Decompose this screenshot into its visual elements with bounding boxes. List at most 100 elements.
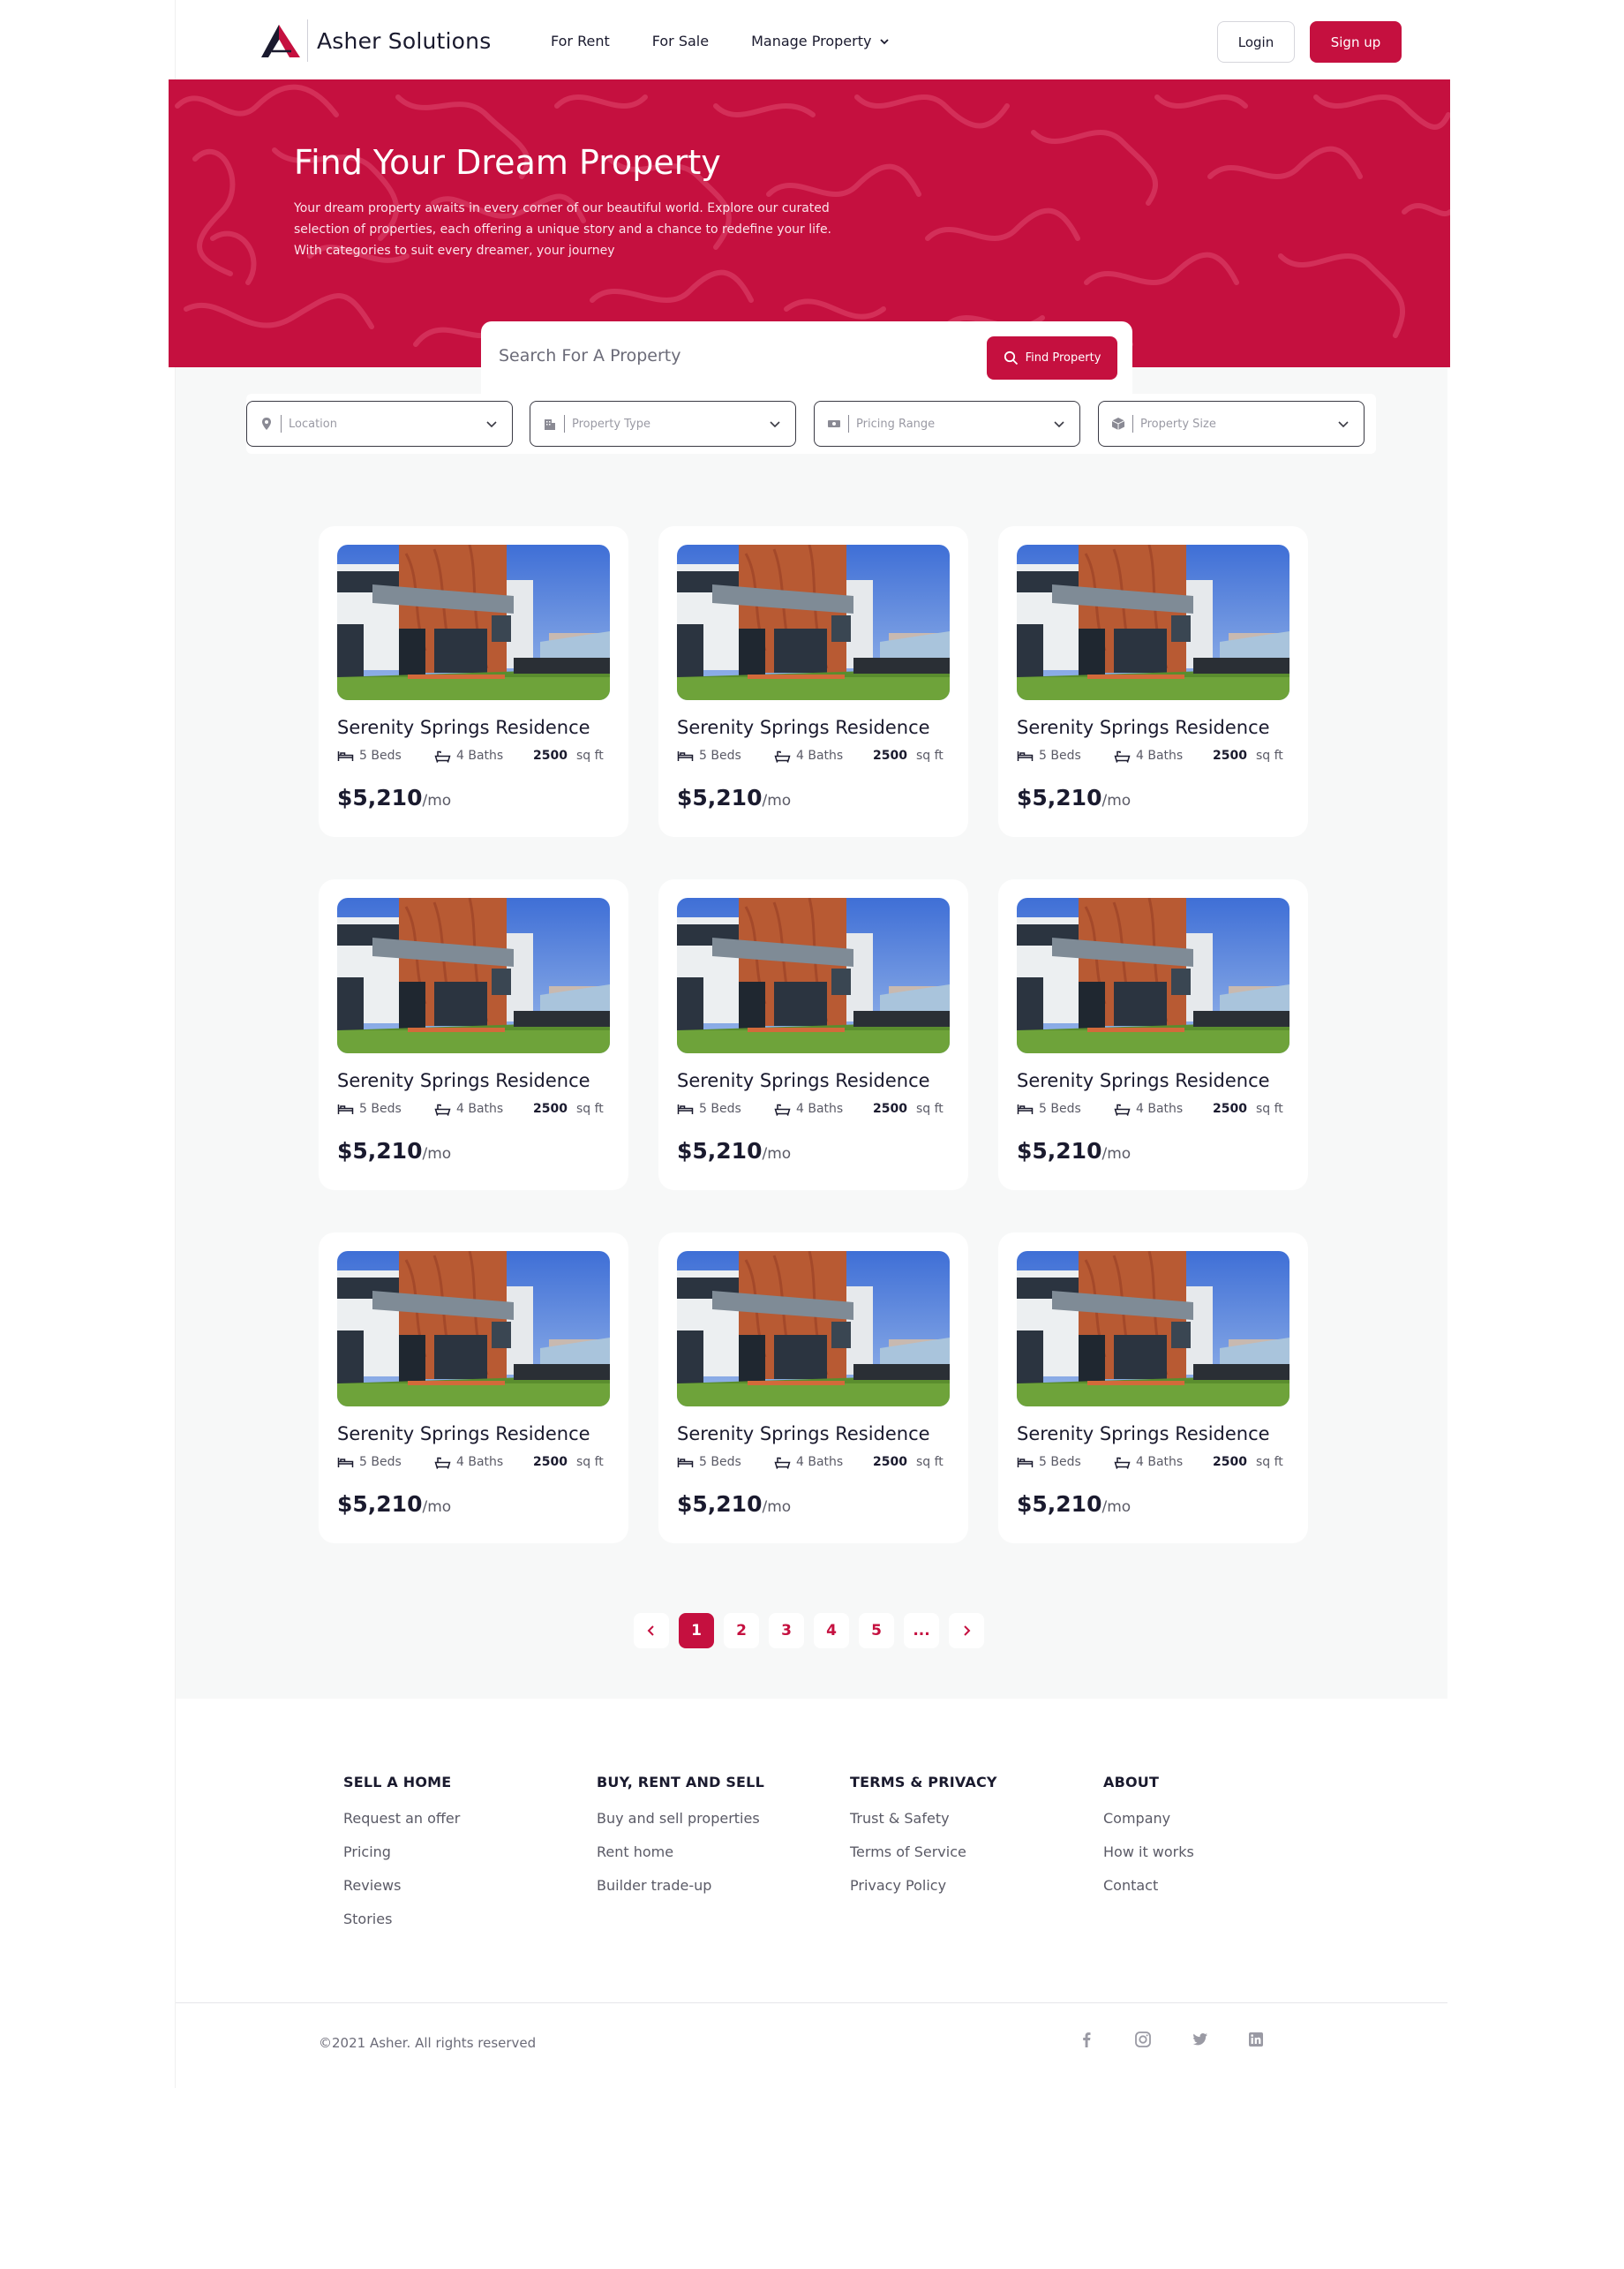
property-title[interactable]: Serenity Springs Residence — [677, 717, 930, 738]
brand-logo[interactable]: Asher Solutions — [259, 19, 491, 62]
bed-icon — [1017, 1104, 1034, 1114]
page-button[interactable]: 2 — [724, 1613, 759, 1648]
size-spec: 2500 sq ft — [533, 1455, 604, 1469]
property-card[interactable]: Serenity Springs Residence 5 Beds 4 Bath… — [319, 1232, 628, 1543]
page-button[interactable]: 5 — [859, 1613, 894, 1648]
beds-count: 5 Beds — [1039, 1455, 1081, 1469]
footer-link[interactable]: Pricing — [343, 1843, 460, 1860]
property-photo[interactable] — [1017, 1251, 1289, 1406]
filter-label: Location — [289, 417, 337, 431]
property-photo[interactable] — [337, 898, 610, 1053]
property-card[interactable]: Serenity Springs Residence 5 Beds 4 Bath… — [658, 1232, 968, 1543]
house-photo — [1017, 1251, 1289, 1406]
property-card[interactable]: Serenity Springs Residence 5 Beds 4 Bath… — [319, 526, 628, 837]
footer-link[interactable]: Builder trade-up — [597, 1877, 764, 1894]
property-title[interactable]: Serenity Springs Residence — [677, 1423, 930, 1444]
property-card[interactable]: Serenity Springs Residence 5 Beds 4 Bath… — [319, 879, 628, 1190]
login-button[interactable]: Login — [1217, 21, 1295, 63]
footer-link[interactable]: Request an offer — [343, 1810, 460, 1827]
footer-link[interactable]: Reviews — [343, 1877, 460, 1894]
house-photo — [337, 898, 610, 1053]
filter-separator — [564, 415, 565, 433]
instagram-icon[interactable] — [1132, 2029, 1154, 2050]
bathtub-icon — [774, 1457, 791, 1469]
footer-link[interactable]: Company — [1103, 1810, 1194, 1827]
property-photo[interactable] — [337, 1251, 610, 1406]
property-title[interactable]: Serenity Springs Residence — [1017, 717, 1270, 738]
prev-page-button[interactable] — [634, 1613, 669, 1648]
bed-icon — [337, 1457, 354, 1467]
property-photo[interactable] — [1017, 898, 1289, 1053]
footer-link[interactable]: How it works — [1103, 1843, 1194, 1860]
property-title[interactable]: Serenity Springs Residence — [1017, 1423, 1270, 1444]
filter-bar: Location Property Type Pricing Range Pro… — [246, 394, 1376, 454]
nav-link-for-sale[interactable]: For Sale — [652, 33, 709, 49]
beds-spec: 5 Beds — [677, 1455, 774, 1469]
bathtub-icon — [1114, 1457, 1131, 1469]
filter-location[interactable]: Location — [246, 401, 513, 447]
facebook-icon[interactable] — [1076, 2029, 1097, 2050]
page: Asher Solutions For Rent For Sale Manage… — [169, 0, 1450, 2088]
filter-pricing-range[interactable]: Pricing Range — [814, 401, 1080, 447]
price-period: /mo — [1101, 792, 1132, 810]
property-card[interactable]: Serenity Springs Residence 5 Beds 4 Bath… — [998, 526, 1308, 837]
bed-icon — [1017, 750, 1034, 761]
filter-label: Pricing Range — [856, 417, 936, 431]
property-photo[interactable] — [677, 1251, 950, 1406]
property-photo[interactable] — [337, 545, 610, 700]
property-card[interactable]: Serenity Springs Residence 5 Beds 4 Bath… — [658, 526, 968, 837]
bed-icon — [337, 750, 354, 761]
footer-column-terms: TERMS & PRIVACY Trust & Safety Terms of … — [850, 1774, 997, 1911]
property-title[interactable]: Serenity Springs Residence — [337, 717, 590, 738]
next-page-button[interactable] — [949, 1613, 984, 1648]
search-input[interactable]: Search For A Property — [499, 346, 680, 366]
brand-name: Asher Solutions — [317, 27, 492, 54]
footer-link[interactable]: Buy and sell properties — [597, 1810, 764, 1827]
page-ellipsis[interactable]: ... — [904, 1613, 939, 1648]
size-value: 2500 — [873, 749, 907, 763]
size-unit: sq ft — [915, 1455, 944, 1469]
footer-divider — [176, 2002, 1447, 2003]
property-photo[interactable] — [1017, 545, 1289, 700]
property-card[interactable]: Serenity Springs Residence 5 Beds 4 Bath… — [658, 879, 968, 1190]
nav-link-for-rent[interactable]: For Rent — [551, 33, 610, 49]
nav-link-manage-property[interactable]: Manage Property — [751, 33, 891, 49]
twitter-icon[interactable] — [1189, 2029, 1210, 2050]
footer-link[interactable]: Contact — [1103, 1877, 1194, 1894]
property-title[interactable]: Serenity Springs Residence — [677, 1070, 930, 1091]
property-price: $5,210/mo — [337, 1138, 451, 1164]
footer-link[interactable]: Trust & Safety — [850, 1810, 997, 1827]
beds-count: 5 Beds — [359, 1455, 402, 1469]
size-unit: sq ft — [575, 1455, 604, 1469]
signup-button[interactable]: Sign up — [1310, 21, 1402, 63]
find-property-button[interactable]: Find Property — [987, 336, 1117, 380]
linkedin-icon[interactable] — [1245, 2029, 1267, 2050]
bathtub-icon — [434, 1104, 451, 1116]
property-photo[interactable] — [677, 545, 950, 700]
property-card[interactable]: Serenity Springs Residence 5 Beds 4 Bath… — [998, 1232, 1308, 1543]
filter-property-type[interactable]: Property Type — [530, 401, 796, 447]
property-title[interactable]: Serenity Springs Residence — [1017, 1070, 1270, 1091]
page-button[interactable]: 3 — [769, 1613, 804, 1648]
property-title[interactable]: Serenity Springs Residence — [337, 1423, 590, 1444]
property-specs: 5 Beds 4 Baths 2500 sq ft — [337, 1100, 611, 1118]
property-title[interactable]: Serenity Springs Residence — [337, 1070, 590, 1091]
property-card[interactable]: Serenity Springs Residence 5 Beds 4 Bath… — [998, 879, 1308, 1190]
search-icon — [1004, 351, 1018, 366]
footer-link[interactable]: Rent home — [597, 1843, 764, 1860]
baths-spec: 4 Baths — [774, 1455, 873, 1469]
size-spec: 2500 sq ft — [533, 749, 604, 763]
footer-link[interactable]: Stories — [343, 1911, 460, 1927]
beds-count: 5 Beds — [699, 1455, 741, 1469]
price-period: /mo — [1101, 1498, 1132, 1516]
footer-link[interactable]: Privacy Policy — [850, 1877, 997, 1894]
size-spec: 2500 sq ft — [1213, 1455, 1283, 1469]
footer-link[interactable]: Terms of Service — [850, 1843, 997, 1860]
baths-spec: 4 Baths — [1114, 1455, 1213, 1469]
filter-property-size[interactable]: Property Size — [1098, 401, 1365, 447]
property-specs: 5 Beds 4 Baths 2500 sq ft — [677, 1453, 951, 1471]
property-photo[interactable] — [677, 898, 950, 1053]
house-photo — [677, 545, 950, 700]
page-button[interactable]: 4 — [814, 1613, 849, 1648]
page-button[interactable]: 1 — [679, 1613, 714, 1648]
